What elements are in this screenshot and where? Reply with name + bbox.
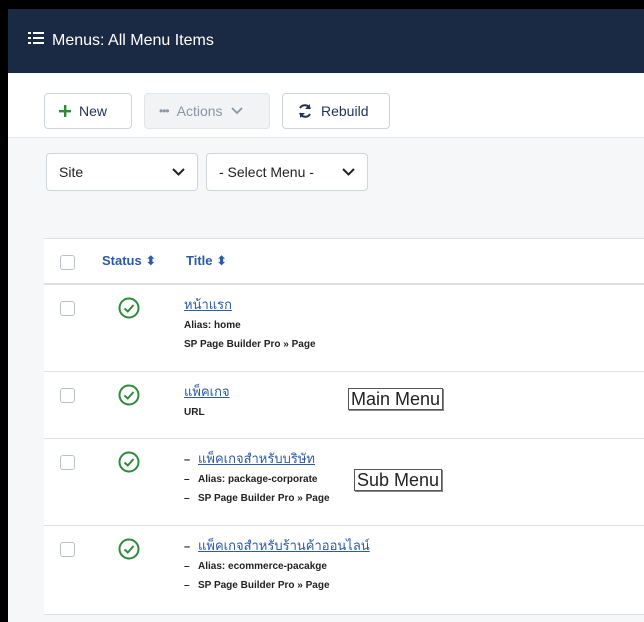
published-check-icon[interactable] bbox=[118, 538, 140, 565]
row-content: แพ็คเกจ URL bbox=[184, 382, 230, 422]
page-title: Menus: All Menu Items bbox=[28, 31, 214, 50]
actions-button[interactable]: ••• Actions bbox=[144, 93, 270, 129]
header-bar: Menus: All Menu Items bbox=[8, 9, 644, 73]
menu-select-value: - Select Menu - bbox=[219, 164, 314, 180]
menu-select[interactable]: - Select Menu - bbox=[206, 153, 368, 191]
published-check-icon[interactable] bbox=[118, 297, 140, 324]
item-type-text: SP Page Builder Pro » Page bbox=[184, 339, 316, 350]
page-title-text: Menus: All Menu Items bbox=[52, 31, 214, 49]
status-sort-header[interactable]: Status ⬍ bbox=[102, 253, 156, 269]
chevron-down-icon bbox=[172, 168, 185, 176]
site-select[interactable]: Site bbox=[46, 153, 198, 191]
plus-icon bbox=[59, 105, 71, 117]
row-checkbox[interactable] bbox=[60, 388, 75, 403]
item-type-text: SP Page Builder Pro » Page bbox=[198, 493, 330, 504]
row-checkbox[interactable] bbox=[60, 542, 75, 557]
rebuild-button[interactable]: Rebuild bbox=[282, 93, 390, 129]
table-row: – แพ็คเกจสำหรับร้านค้าออนไลน์ – Alias: eco… bbox=[44, 526, 644, 615]
main-menu-annotation: Main Menu bbox=[348, 388, 444, 410]
rebuild-button-label: Rebuild bbox=[321, 103, 369, 119]
item-type-text: URL bbox=[184, 407, 205, 418]
alias-text: Alias: home bbox=[184, 320, 241, 331]
site-select-value: Site bbox=[59, 164, 84, 180]
list-icon bbox=[28, 31, 44, 50]
row-content: – แพ็คเกจสำหรับบริษัท – Alias: package-cor… bbox=[184, 451, 330, 504]
new-button[interactable]: New bbox=[44, 93, 132, 129]
toolbar: New ••• Actions Rebuild bbox=[8, 73, 644, 138]
menu-item-title-link[interactable]: แพ็คเกจสำหรับร้านค้าออนไลน์ bbox=[198, 538, 370, 553]
title-sort-header[interactable]: Title ⬍ bbox=[186, 253, 227, 269]
filter-bar: Site - Select Menu - bbox=[8, 137, 644, 237]
alias-text: Alias: package-corporate bbox=[198, 474, 318, 485]
table-row: หน้าแรก Alias: home SP Page Builder Pro … bbox=[44, 285, 644, 372]
row-content: – แพ็คเกจสำหรับร้านค้าออนไลน์ – Alias: eco… bbox=[184, 538, 370, 591]
row-content: หน้าแรก Alias: home SP Page Builder Pro … bbox=[184, 295, 316, 354]
select-all-checkbox[interactable] bbox=[60, 255, 75, 270]
menu-item-title-link[interactable]: หน้าแรก bbox=[184, 297, 232, 312]
alias-text: Alias: ecommerce-pacakge bbox=[198, 561, 327, 572]
ellipsis-icon: ••• bbox=[159, 104, 170, 118]
row-checkbox[interactable] bbox=[60, 301, 75, 316]
refresh-icon bbox=[297, 103, 313, 119]
published-check-icon[interactable] bbox=[118, 451, 140, 478]
chevron-down-icon bbox=[230, 107, 243, 115]
table-row: แพ็คเกจ URL Main Menu bbox=[44, 372, 644, 439]
row-checkbox[interactable] bbox=[60, 455, 75, 470]
actions-button-label: Actions bbox=[176, 103, 223, 119]
new-button-label: New bbox=[79, 103, 108, 119]
sub-menu-annotation: Sub Menu bbox=[354, 469, 443, 491]
app-frame: Menus: All Menu Items New ••• Actions Re… bbox=[8, 9, 644, 622]
menu-item-title-link[interactable]: แพ็คเกจ bbox=[184, 384, 230, 399]
table-row: – แพ็คเกจสำหรับบริษัท – Alias: package-cor… bbox=[44, 439, 644, 526]
menu-items-table: Status ⬍ Title ⬍ หน้าแรก Alias: home SP … bbox=[44, 238, 644, 615]
chevron-down-icon bbox=[342, 168, 355, 176]
table-header: Status ⬍ Title ⬍ bbox=[44, 239, 644, 285]
published-check-icon[interactable] bbox=[118, 384, 140, 411]
item-type-text: SP Page Builder Pro » Page bbox=[198, 580, 330, 591]
menu-item-title-link[interactable]: แพ็คเกจสำหรับบริษัท bbox=[198, 451, 315, 466]
